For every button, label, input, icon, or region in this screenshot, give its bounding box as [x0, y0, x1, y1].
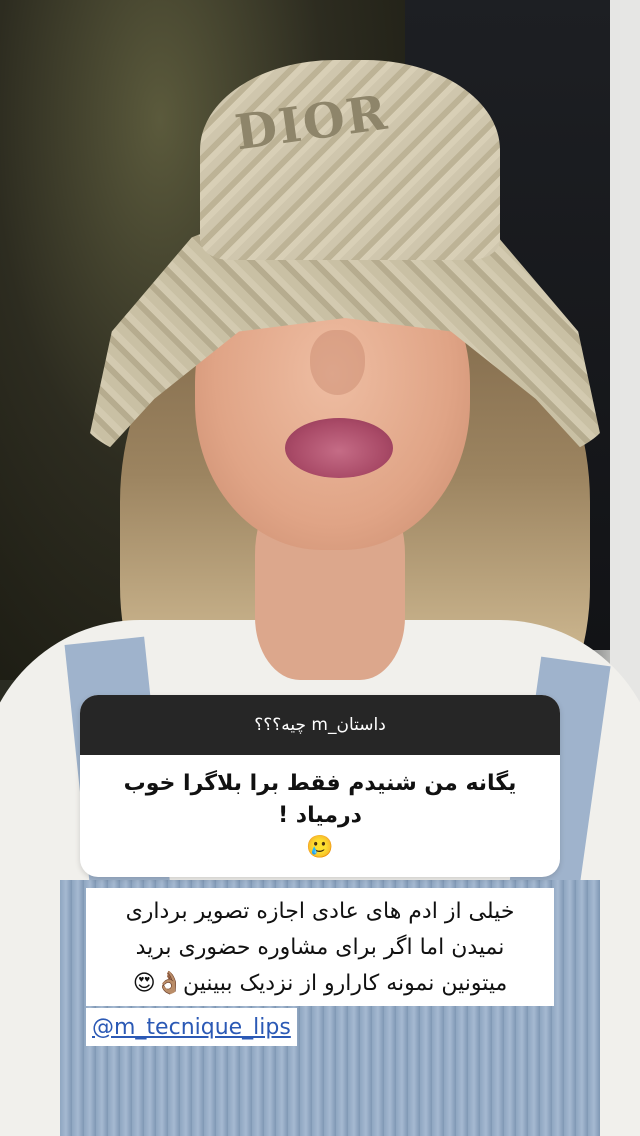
caption-line-2: نمیدن اما اگر برای مشاوره حضوری برید [135, 935, 505, 960]
caption-line-3: میتونین نمونه کارارو از نزدیک ببینین👌🏽😍 [132, 971, 508, 996]
question-answer-text: یگانه من شنیدم فقط برا بلاگرا خوب درمیاد… [123, 771, 517, 828]
mention-sticker[interactable]: @m_tecnique_lips [86, 1008, 297, 1046]
story-caption: خیلی از ادم های عادی اجازه تصویر برداری … [86, 888, 554, 1006]
background-wall [610, 0, 640, 700]
question-sticker[interactable]: داستان_m چیه؟؟؟ یگانه من شنیدم فقط برا ب… [80, 695, 560, 877]
bucket-hat: DIOR [80, 60, 610, 480]
question-sticker-answer: یگانه من شنیدم فقط برا بلاگرا خوب درمیاد… [80, 755, 560, 877]
crying-face-emoji-icon: 🥲 [306, 835, 334, 860]
caption-line-1: خیلی از ادم های عادی اجازه تصویر برداری [125, 899, 515, 924]
question-sticker-header: داستان_m چیه؟؟؟ [80, 695, 560, 755]
